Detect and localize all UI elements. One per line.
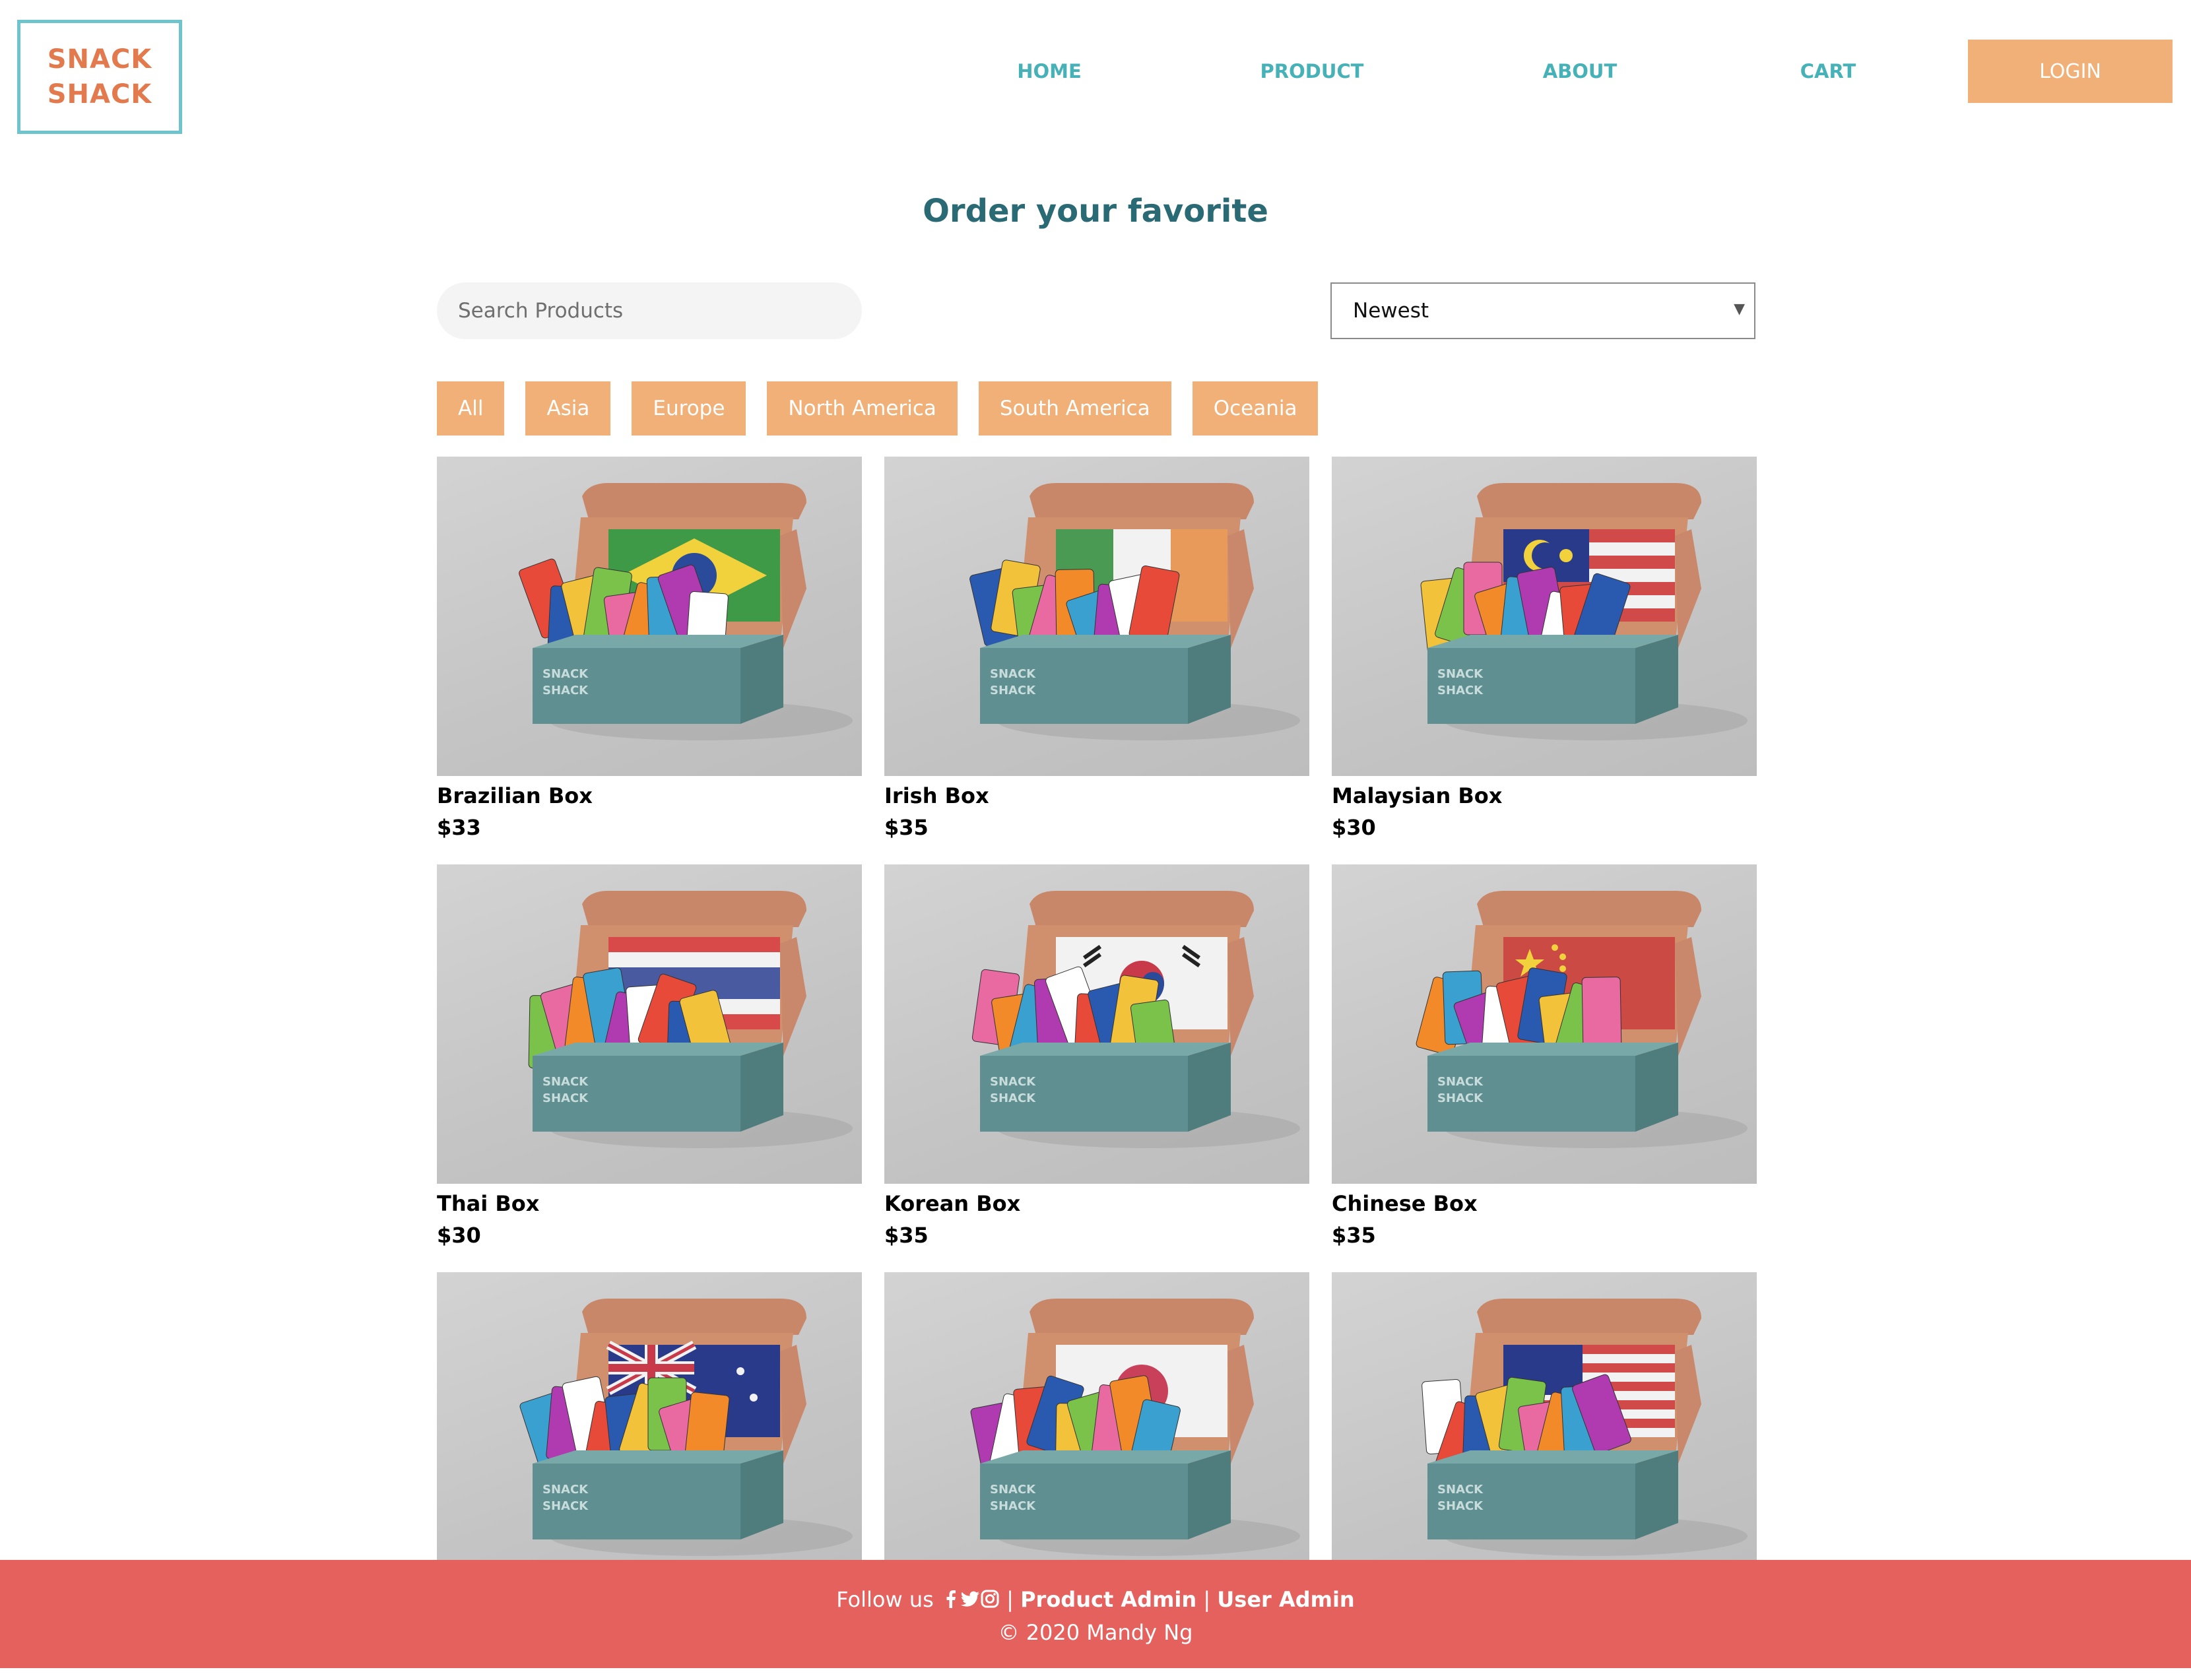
product-price: $30 — [1332, 815, 1376, 840]
product-card[interactable]: SNACK SHACK Chinese Box $35 — [1332, 864, 1757, 1272]
svg-text:SHACK: SHACK — [1437, 684, 1484, 697]
logo-line-2: SHACK — [47, 79, 152, 110]
site-footer: Follow us | Product Admin | User Admin ©… — [0, 1560, 2191, 1668]
product-name: Irish Box — [884, 783, 989, 808]
svg-text:SNACK: SNACK — [990, 1483, 1036, 1497]
footer-links: Follow us | Product Admin | User Admin — [0, 1584, 2191, 1617]
instagram-icon[interactable] — [980, 1585, 1000, 1617]
svg-text:SNACK: SNACK — [542, 667, 589, 681]
svg-text:SHACK: SHACK — [990, 684, 1036, 697]
product-price: $35 — [884, 1223, 929, 1248]
product-image: SNACK SHACK — [437, 1272, 862, 1592]
dropdown-caret-icon: ▼ — [1734, 301, 1745, 317]
product-price: $30 — [437, 1223, 481, 1248]
footer-separator: | — [1203, 1587, 1211, 1612]
filter-oceania[interactable]: Oceania — [1192, 381, 1319, 436]
svg-text:SHACK: SHACK — [542, 1091, 589, 1105]
product-card[interactable]: SNACK SHACK Irish Box $35 — [884, 457, 1309, 864]
product-image: SNACK SHACK — [884, 864, 1309, 1184]
product-name: Malaysian Box — [1332, 783, 1503, 808]
product-grid: SNACK SHACK Brazilian Box $33 SNACK SHAC… — [437, 457, 1757, 1680]
product-name: Thai Box — [437, 1191, 540, 1216]
product-price: $35 — [884, 815, 929, 840]
search-input[interactable] — [437, 282, 862, 339]
sort-select[interactable]: Newest ▼ — [1330, 282, 1755, 339]
svg-text:SNACK: SNACK — [990, 1075, 1036, 1089]
svg-text:SNACK: SNACK — [542, 1075, 589, 1089]
product-name: Brazilian Box — [437, 783, 593, 808]
filter-asia[interactable]: Asia — [525, 381, 611, 436]
facebook-icon[interactable] — [940, 1585, 960, 1617]
footer-separator: | — [1006, 1587, 1014, 1612]
nav-about[interactable]: ABOUT — [1494, 58, 1666, 84]
product-name: Chinese Box — [1332, 1191, 1478, 1216]
nav-product[interactable]: PRODUCT — [1226, 58, 1398, 84]
svg-text:SHACK: SHACK — [542, 1499, 589, 1513]
svg-text:SHACK: SHACK — [990, 1091, 1036, 1105]
svg-text:SHACK: SHACK — [1437, 1499, 1484, 1513]
follow-us-label: Follow us — [836, 1587, 934, 1612]
user-admin-link[interactable]: User Admin — [1217, 1587, 1354, 1612]
svg-text:SNACK: SNACK — [990, 667, 1036, 681]
filter-north-america[interactable]: North America — [767, 381, 958, 436]
product-card[interactable]: SNACK SHACK Malaysian Box $30 — [1332, 457, 1757, 864]
page-title: Order your favorite — [923, 193, 1268, 230]
filter-europe[interactable]: Europe — [632, 381, 746, 436]
product-image: SNACK SHACK — [884, 1272, 1309, 1592]
product-price: $33 — [437, 815, 481, 840]
svg-text:SHACK: SHACK — [1437, 1091, 1484, 1105]
product-card[interactable]: SNACK SHACK Korean Box $35 — [884, 864, 1309, 1272]
nav-home[interactable]: HOME — [964, 58, 1135, 84]
product-card[interactable]: SNACK SHACK Thai Box $30 — [437, 864, 862, 1272]
product-image: SNACK SHACK — [1332, 1272, 1757, 1592]
product-admin-link[interactable]: Product Admin — [1020, 1587, 1196, 1612]
product-name: Korean Box — [884, 1191, 1021, 1216]
product-image: SNACK SHACK — [437, 457, 862, 776]
svg-text:SHACK: SHACK — [990, 1499, 1036, 1513]
svg-text:SNACK: SNACK — [1437, 1483, 1484, 1497]
logo-line-1: SNACK — [47, 44, 152, 75]
copyright-text: © 2020 Mandy Ng — [998, 1620, 1193, 1645]
product-price: $35 — [1332, 1223, 1376, 1248]
filter-all[interactable]: All — [437, 381, 505, 436]
login-button[interactable]: LOGIN — [1968, 40, 2173, 103]
product-image: SNACK SHACK — [1332, 864, 1757, 1184]
product-card[interactable]: SNACK SHACK Brazilian Box $33 — [437, 457, 862, 864]
product-image: SNACK SHACK — [437, 864, 862, 1184]
snack-shack-logo[interactable]: SNACK SHACK — [17, 20, 182, 134]
svg-text:SNACK: SNACK — [542, 1483, 589, 1497]
filter-south-america[interactable]: South America — [978, 381, 1171, 436]
product-image: SNACK SHACK — [1332, 457, 1757, 776]
svg-text:SHACK: SHACK — [542, 684, 589, 697]
svg-text:SNACK: SNACK — [1437, 667, 1484, 681]
nav-cart[interactable]: CART — [1742, 58, 1914, 84]
product-image: SNACK SHACK — [884, 457, 1309, 776]
region-filters: All Asia Europe North America South Amer… — [437, 381, 1319, 436]
svg-text:SNACK: SNACK — [1437, 1075, 1484, 1089]
sort-selected-value: Newest — [1353, 299, 1429, 323]
twitter-icon[interactable] — [960, 1585, 980, 1617]
